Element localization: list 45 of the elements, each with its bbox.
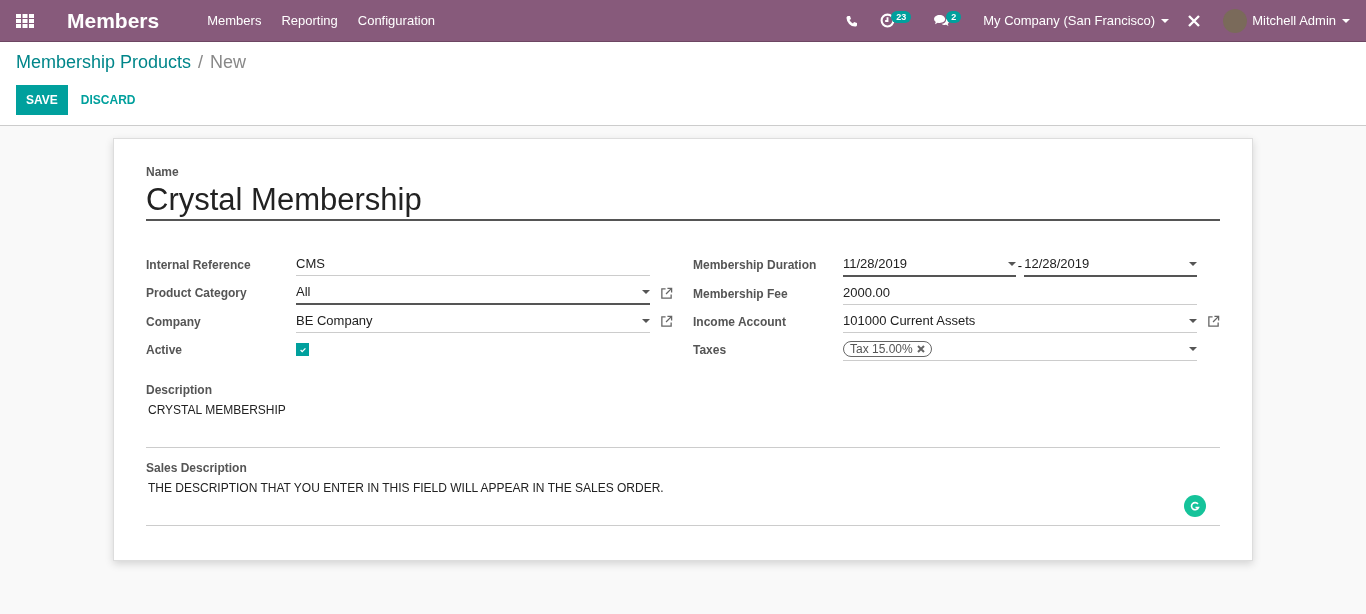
field-label: Internal Reference [146,257,252,272]
input-field[interactable]: 2000.00 [843,282,1197,305]
grammar-check-icon[interactable] [1184,495,1206,517]
menu-item[interactable]: Members [207,13,262,28]
field-label: Company [146,314,202,329]
select-field[interactable]: All [296,281,650,305]
phone-icon[interactable] [846,14,859,27]
menu-item[interactable]: Reporting [281,13,338,28]
name-field[interactable]: Crystal Membership [146,179,1220,221]
menu-item[interactable]: Configuration [357,13,436,28]
field-label: Description [146,383,213,397]
external-link-icon[interactable] [660,315,673,328]
activity-count-badge: 23 [891,10,912,23]
app-title: Members [67,8,160,33]
active-checkbox[interactable] [296,343,309,356]
message-count-badge: 2 [946,10,962,23]
external-link-icon[interactable] [1207,315,1220,328]
field-label: Sales Description [146,461,248,475]
checkmark-icon [298,345,307,354]
date-field[interactable]: 12/28/2019 [1024,253,1197,277]
field-label: Membership Duration [693,258,818,272]
date-field[interactable]: 11/28/2019 [843,253,1016,277]
sales-description-field[interactable]: THE DESCRIPTION THAT YOU ENTER IN THIS FIELD WILL APPEAR IN THE SALES ORDER. [146,475,1220,526]
select-field[interactable]: BE Company [296,310,650,333]
select-field[interactable]: 101000 Current Assets [843,310,1197,333]
chat-icon[interactable] [933,14,951,27]
description-field[interactable]: CRYSTAL MEMBERSHIP [146,397,1220,448]
apps-menu-icon[interactable] [16,13,34,28]
breadcrumb-separator: / [198,52,204,73]
field-label: Taxes [693,342,728,357]
field-label: Name [146,165,180,179]
remove-icon[interactable] [916,344,925,353]
field-label: Product Category [146,286,248,300]
clock-icon[interactable] [880,13,896,28]
external-link-icon[interactable] [660,286,673,300]
date-range-separator: - [1017,257,1023,273]
breadcrumb-current: New [210,52,247,73]
user-menu[interactable]: Mitchell Admin [1252,13,1350,28]
breadcrumb-link[interactable]: Membership Products [16,52,192,73]
field-label: Membership Fee [693,286,789,301]
input-field[interactable]: CMS [296,253,650,276]
tags-field[interactable]: Tax 15.00% [843,338,1197,361]
company-switcher[interactable]: My Company (San Francisco) [983,13,1170,28]
field-label: Income Account [693,314,787,329]
field-label: Active [146,342,184,357]
